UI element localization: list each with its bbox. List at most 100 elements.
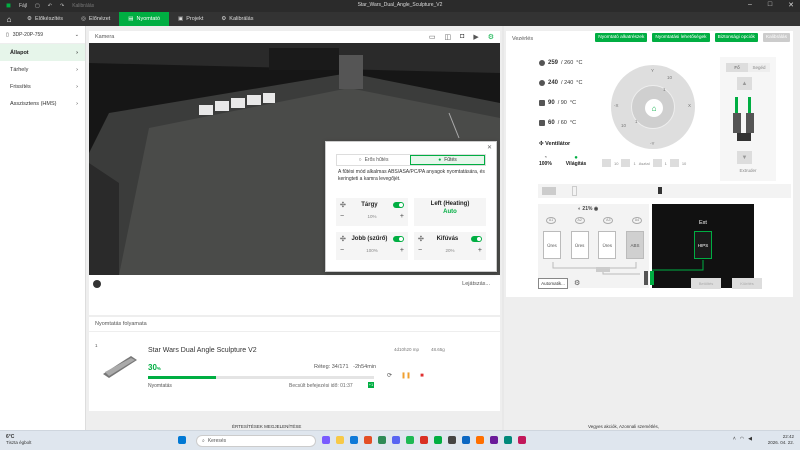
app-icon[interactable] — [462, 436, 470, 444]
cooling-mode-option[interactable]: ○ Erős hűtés — [337, 155, 410, 165]
home-axes-icon[interactable]: ⌂ — [645, 99, 663, 117]
extrude-up-icon[interactable]: ▲ — [737, 77, 752, 90]
bed-up-10-button[interactable] — [602, 159, 611, 167]
record-icon[interactable]: ▶ — [473, 33, 478, 41]
bed-down-10-button[interactable] — [669, 159, 679, 167]
app-icon[interactable] — [378, 436, 386, 444]
taskbar-search[interactable]: ⌕ Keresés — [196, 435, 316, 447]
plus-button[interactable]: + — [400, 213, 404, 220]
refresh-icon[interactable]: ⟳ — [387, 372, 392, 379]
heating-mode-option[interactable]: ● Fűtés — [410, 155, 485, 165]
tab-project[interactable]: ▣ Projekt — [169, 12, 212, 26]
fan-icon: ✣ — [418, 236, 424, 243]
tab-aux-extruder[interactable]: Segéd — [748, 63, 770, 72]
close-icon[interactable]: ✕ — [487, 144, 492, 151]
sidebar-item-status[interactable]: Állapot › — [0, 44, 85, 61]
minus-button[interactable]: − — [340, 213, 344, 220]
print-options-button[interactable]: Nyomtatási lehetőségek — [652, 33, 710, 42]
extrude-down-icon[interactable]: ▼ — [737, 151, 752, 164]
fan-button[interactable]: ✣ Ventilátor — [539, 141, 595, 147]
nozzle-right-temp[interactable]: 240/ 240 °C — [539, 73, 595, 93]
plus-button[interactable]: + — [400, 247, 404, 254]
sidebar-item-update[interactable]: Frissítés › — [0, 78, 85, 95]
chevron-up-icon: ˄ — [732, 436, 736, 442]
tab-preview[interactable]: ◎ Előnézet — [72, 12, 119, 26]
sidebar-item-storage[interactable]: Tárhely › — [0, 61, 85, 78]
minus-button[interactable]: − — [340, 247, 344, 254]
tab-calibration[interactable]: ⚙ Kalibrálás — [212, 12, 262, 26]
ext-spool-icon[interactable] — [658, 187, 662, 194]
exhaust-fan-switch[interactable] — [471, 236, 482, 242]
plus-button[interactable]: + — [478, 247, 482, 254]
ams-slot-1[interactable]: Üres — [543, 231, 561, 259]
app-icon[interactable] — [490, 436, 498, 444]
main-area: Kamera ▭ ◫ ◘ ▶ ⚙ Lejátszás... ✕ ○ Erős h… — [86, 26, 502, 430]
ext-spool-slot[interactable]: HIPS — [694, 231, 712, 259]
start-icon[interactable] — [178, 436, 186, 444]
minimize-button[interactable]: – — [748, 1, 752, 9]
chevron-down-icon: ⌄ — [74, 31, 79, 38]
ams-unit-icon[interactable] — [542, 187, 556, 195]
sd-card-icon[interactable]: ▭ — [429, 33, 436, 41]
unload-button[interactable]: Kiürítés — [732, 278, 762, 289]
app-icon[interactable] — [434, 436, 442, 444]
system-tray[interactable]: ˄ ◠ ◀ — [733, 436, 752, 442]
printer-device-icon: ▯ — [6, 31, 9, 38]
chamber-temp[interactable]: 60/ 60 °C — [539, 113, 595, 133]
maximize-button[interactable]: □ — [768, 1, 772, 9]
app-icon[interactable] — [336, 436, 344, 444]
app-icon[interactable] — [406, 436, 414, 444]
chamber-icon — [539, 120, 545, 126]
ams-settings-icon[interactable]: ⚙ — [574, 279, 580, 287]
ams-slot-2[interactable]: Üres — [570, 231, 589, 259]
tab-printer[interactable]: ▤ Nyomtató — [119, 12, 170, 26]
chevron-right-icon: › — [76, 49, 78, 56]
ams-slot-4[interactable]: ABS — [625, 231, 644, 259]
tab-prepare[interactable]: ⚙ Előkészítés — [18, 12, 72, 26]
load-button[interactable]: Betöltés — [691, 278, 721, 289]
ams-lite-icon[interactable] — [572, 186, 577, 196]
app-icon[interactable] — [504, 436, 512, 444]
bed-up-1-button[interactable] — [621, 159, 631, 167]
photo-icon[interactable]: ◘ — [460, 33, 464, 41]
ams-auto-refill-button[interactable]: Automatik... — [538, 278, 568, 289]
right-fan-switch[interactable] — [393, 236, 404, 242]
camera-stop-button[interactable] — [93, 280, 101, 288]
app-icon[interactable] — [518, 436, 526, 444]
printer-selector[interactable]: ▯ 3DP-20P-759 ⌄ — [0, 26, 85, 44]
home-icon[interactable]: ⌂ — [0, 12, 18, 26]
part-fan-switch[interactable] — [393, 202, 404, 208]
ams-slot-3[interactable]: Üres — [598, 231, 617, 259]
bed-temp[interactable]: 90/ 90 °C — [539, 93, 595, 113]
close-button[interactable]: ✕ — [788, 1, 794, 9]
bed-down-1-button[interactable] — [652, 159, 662, 167]
app-icon[interactable] — [350, 436, 358, 444]
fan-icon: ✣ — [539, 141, 544, 147]
timelapse-icon[interactable]: ◫ — [444, 33, 451, 41]
settings-icon[interactable]: ⚙ — [488, 33, 494, 41]
printer-icon: ▤ — [128, 16, 134, 22]
printer-parts-button[interactable]: Nyomtató alkatrészek — [595, 33, 648, 42]
clock[interactable]: 22:42 2026. 04. 22. — [768, 434, 794, 446]
app-icon[interactable] — [448, 436, 456, 444]
calibration-button[interactable]: Kalibrálás — [762, 33, 790, 42]
app-icon[interactable] — [420, 436, 428, 444]
sidebar-item-hms[interactable]: Asszisztens (HMS) › — [0, 95, 85, 112]
app-icon[interactable] — [476, 436, 484, 444]
minus-button[interactable]: − — [418, 247, 422, 254]
xy-jog-pad[interactable]: ⌂ Y X -Y -X 10 10 1 1 — [611, 65, 695, 149]
light-toggle[interactable]: ● Világítás — [566, 155, 586, 167]
stop-icon[interactable]: ■ — [420, 373, 424, 379]
extruder-hub-icon — [644, 271, 654, 285]
pause-icon[interactable]: ❚❚ — [401, 372, 411, 379]
camera-panel: Kamera ▭ ◫ ◘ ▶ ⚙ Lejátszás... ✕ ○ Erős h… — [89, 31, 500, 315]
tab-main-extruder[interactable]: Fő — [726, 63, 748, 72]
play-link[interactable]: Lejátszás... — [462, 281, 490, 287]
app-icon[interactable] — [364, 436, 372, 444]
app-icon[interactable] — [392, 436, 400, 444]
prepare-icon: ⚙ — [27, 16, 32, 22]
weather-widget[interactable]: 6°C Tiszta égbolt — [6, 434, 31, 446]
nozzle-left-temp[interactable]: 259/ 260 °C — [539, 53, 595, 73]
app-icon[interactable] — [322, 436, 330, 444]
safety-options-button[interactable]: Biztonsági opciók — [714, 33, 758, 42]
